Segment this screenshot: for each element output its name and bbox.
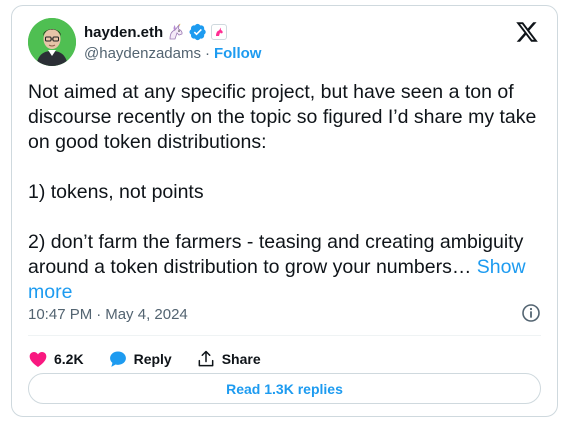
verified-badge-icon [189, 23, 207, 41]
author-handle-row: @haydenzadams · Follow [84, 45, 261, 62]
tweet-timestamp[interactable]: 10:47 PM · May 4, 2024 [28, 306, 188, 323]
affiliate-badge-icon[interactable] [211, 24, 228, 40]
action-bar: 6.2K Reply Share [28, 342, 261, 376]
unicorn-emoji-icon [167, 23, 185, 41]
tweet-text: Not aimed at any specific project, but h… [28, 80, 548, 305]
handle-separator: · [204, 45, 210, 62]
timestamp-separator: · [96, 306, 102, 323]
tweet-body: Not aimed at any specific project, but h… [28, 81, 537, 278]
like-button[interactable]: 6.2K [28, 349, 84, 369]
tweet-time: 10:47 PM [28, 306, 93, 323]
read-replies-button[interactable]: Read 1.3K replies [28, 373, 541, 404]
share-label: Share [221, 351, 261, 367]
divider [28, 335, 541, 336]
x-logo-icon[interactable] [515, 20, 539, 44]
reply-label: Reply [133, 351, 172, 367]
reply-bubble-icon [109, 351, 126, 367]
follow-link[interactable]: Follow [214, 45, 262, 62]
info-icon[interactable] [521, 303, 541, 323]
tweet-card: hayden.eth @haydenzadams · Follow Not ai… [11, 5, 558, 417]
author-name-row: hayden.eth [84, 22, 228, 42]
author-handle[interactable]: @haydenzadams [84, 45, 201, 62]
reply-button[interactable]: Reply [108, 349, 172, 369]
share-icon [198, 350, 214, 367]
avatar-image [28, 18, 76, 66]
like-count: 6.2K [54, 351, 84, 367]
share-button[interactable]: Share [196, 349, 261, 369]
heart-icon [29, 352, 47, 367]
author-display-name[interactable]: hayden.eth [84, 24, 163, 41]
avatar[interactable] [28, 18, 76, 66]
tweet-date: May 4, 2024 [105, 306, 188, 323]
